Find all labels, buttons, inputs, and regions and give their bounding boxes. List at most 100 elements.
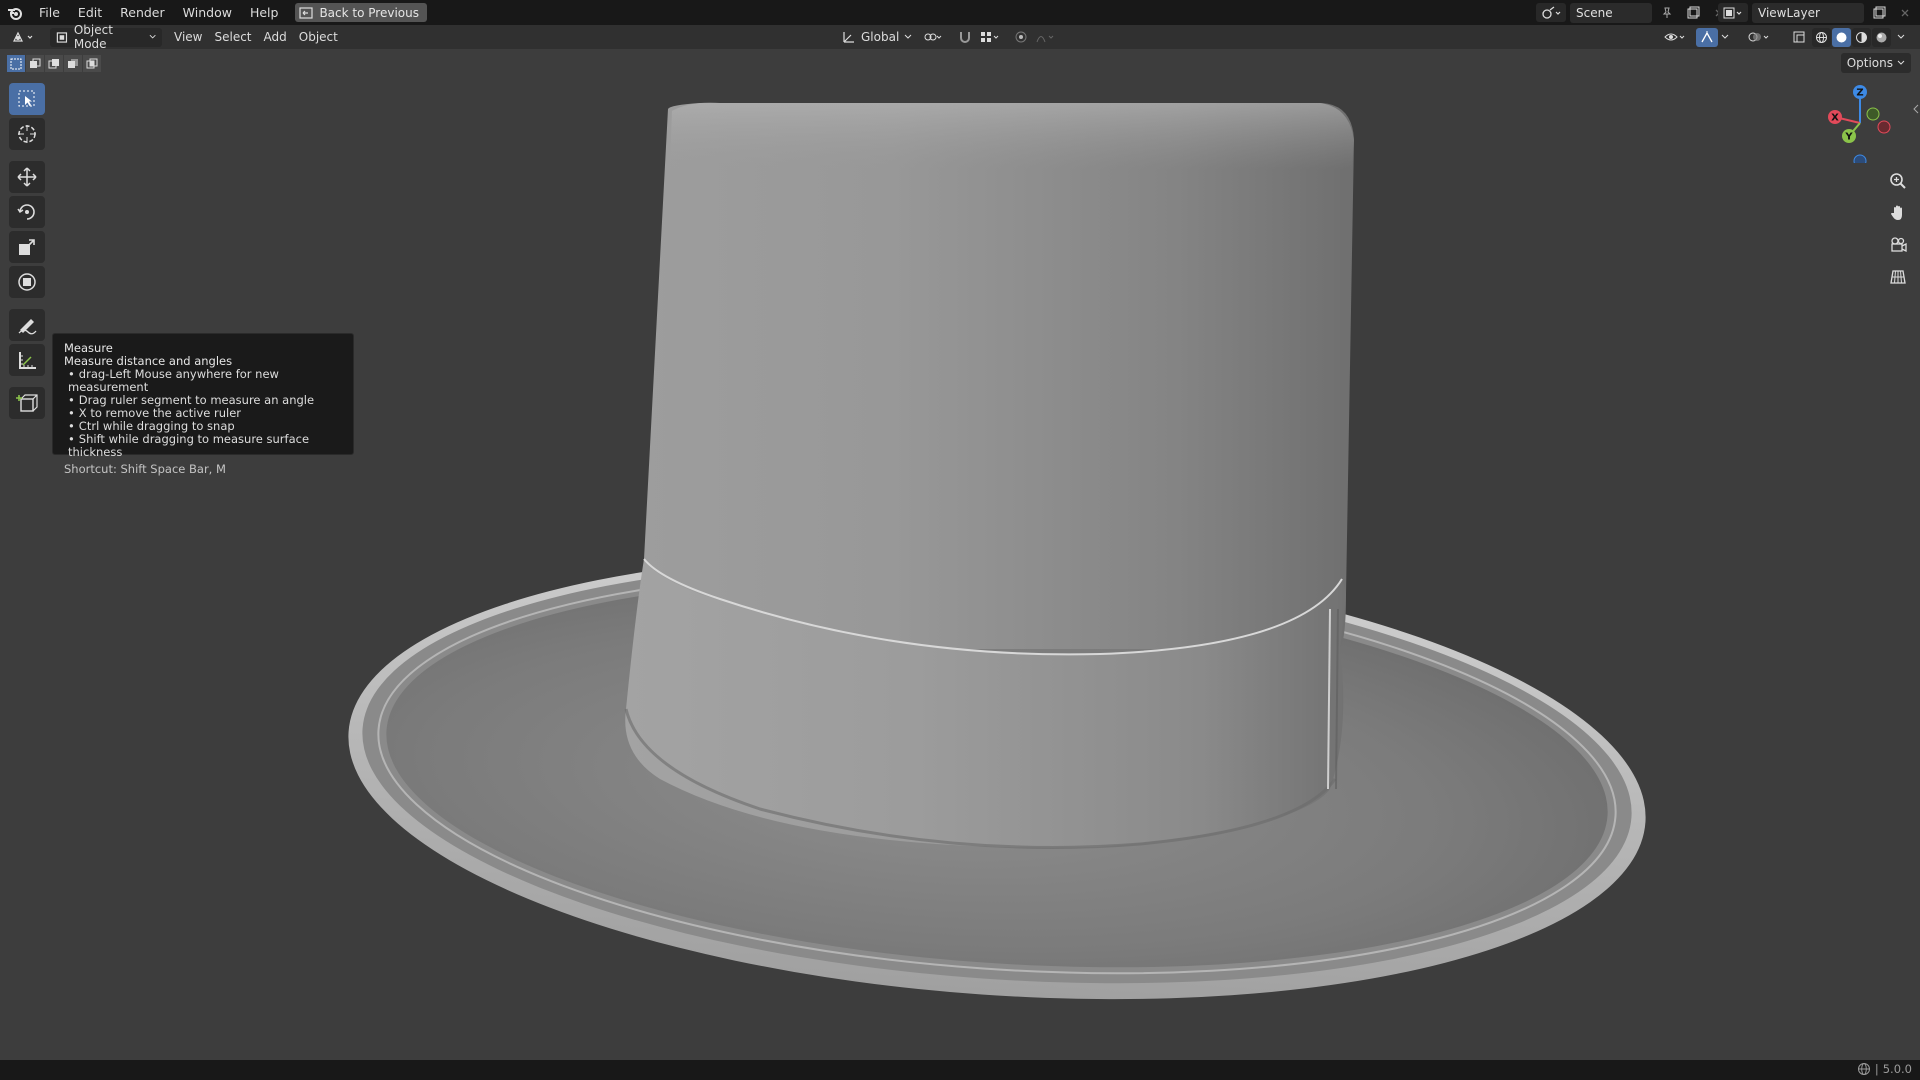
select-box-icon bbox=[18, 90, 35, 107]
select-intersect-icon[interactable] bbox=[83, 55, 101, 72]
top-menu-bar: File Edit Render Window Help Back to Pre… bbox=[0, 0, 1920, 25]
new-scene-icon[interactable] bbox=[1682, 3, 1704, 22]
pan-hand-icon[interactable] bbox=[1883, 199, 1913, 227]
view-navigation-buttons bbox=[1883, 167, 1913, 291]
zoom-icon[interactable] bbox=[1883, 167, 1913, 195]
mode-label: Object Mode bbox=[73, 23, 113, 51]
selection-mode-group bbox=[7, 55, 101, 72]
editor-type-icon[interactable] bbox=[6, 28, 42, 47]
falloff-icon[interactable] bbox=[1032, 28, 1060, 47]
back-to-previous-label: Back to Previous bbox=[319, 5, 419, 20]
status-bar: | 5.0.0 bbox=[0, 1060, 1920, 1080]
network-globe-icon bbox=[1857, 1063, 1870, 1075]
shading-mode-group bbox=[1812, 27, 1891, 47]
delete-view-layer-icon[interactable] bbox=[1894, 3, 1916, 22]
top-hat-model bbox=[348, 102, 1646, 1000]
options-dropdown[interactable]: Options bbox=[1840, 53, 1911, 73]
pivot-point-icon[interactable] bbox=[920, 28, 948, 47]
view-layer-name: ViewLayer bbox=[1758, 5, 1820, 20]
view-layer-selector: ViewLayer bbox=[1718, 2, 1916, 23]
new-view-layer-icon[interactable] bbox=[1868, 3, 1890, 22]
back-to-previous-button[interactable]: Back to Previous bbox=[295, 3, 427, 22]
menu-select[interactable]: Select bbox=[208, 28, 257, 47]
measure-tool[interactable] bbox=[9, 344, 45, 376]
back-icon bbox=[299, 6, 314, 19]
select-new-icon[interactable] bbox=[7, 55, 25, 72]
scene-selector: Scene bbox=[1536, 2, 1730, 23]
scene-browse-icon[interactable] bbox=[1536, 3, 1566, 22]
snap-target-icon[interactable] bbox=[976, 28, 1004, 47]
select-subtract-icon[interactable] bbox=[45, 55, 63, 72]
scene-name-field[interactable]: Scene bbox=[1570, 2, 1652, 23]
rotate-tool[interactable] bbox=[9, 196, 45, 228]
gizmo-x-label: X bbox=[1831, 113, 1839, 124]
chevron-down-icon bbox=[149, 34, 156, 39]
select-box-tool[interactable] bbox=[9, 83, 45, 115]
transform-orientation-selector[interactable]: Global bbox=[836, 28, 918, 47]
scale-icon bbox=[19, 239, 35, 255]
3d-viewport[interactable]: Options Measure Measure distance and ang… bbox=[0, 49, 1920, 1060]
menu-object[interactable]: Object bbox=[293, 28, 344, 47]
show-gizmo-icon[interactable] bbox=[1696, 27, 1718, 47]
wireframe-shading-icon[interactable] bbox=[1812, 27, 1831, 47]
visibility-selectability-icon[interactable] bbox=[1660, 28, 1690, 47]
annotate-pencil-icon bbox=[18, 319, 37, 335]
select-extend-icon[interactable] bbox=[26, 55, 44, 72]
pin-icon[interactable] bbox=[1656, 3, 1678, 22]
move-tool[interactable] bbox=[9, 161, 45, 193]
navigation-gizmo[interactable]: Z X Y bbox=[1820, 83, 1900, 163]
object-mode-icon bbox=[56, 31, 68, 43]
rotate-icon bbox=[17, 204, 35, 220]
measure-tooltip: Measure Measure distance and angles drag… bbox=[52, 333, 354, 476]
proportional-editing-icon[interactable] bbox=[1010, 28, 1032, 47]
tooltip-shortcut: Shortcut: Shift Space Bar, M bbox=[64, 462, 226, 476]
gizmo-neg-z-icon[interactable] bbox=[1853, 154, 1867, 163]
perspective-ortho-grid-icon[interactable] bbox=[1883, 263, 1913, 291]
gizmo-y-label: Y bbox=[1844, 132, 1853, 143]
gizmo-z-label: Z bbox=[1856, 88, 1863, 99]
gizmo-neg-x-icon[interactable] bbox=[1877, 120, 1891, 134]
menu-file[interactable]: File bbox=[30, 5, 69, 20]
view-layer-browse-icon[interactable] bbox=[1718, 3, 1748, 22]
gizmo-neg-y-icon[interactable] bbox=[1866, 107, 1880, 121]
options-label: Options bbox=[1846, 56, 1893, 70]
transform-tool[interactable] bbox=[9, 266, 45, 298]
shading-options-chevron-icon[interactable] bbox=[1894, 28, 1908, 47]
ruler-icon bbox=[19, 352, 36, 369]
rendered-shading-icon[interactable] bbox=[1872, 27, 1891, 47]
select-invert-icon[interactable] bbox=[64, 55, 82, 72]
material-preview-icon[interactable] bbox=[1852, 27, 1871, 47]
tooltip-bullet: Shift while dragging to measure surface … bbox=[64, 433, 342, 459]
tooltip-bullet: drag-Left Mouse anywhere for new measure… bbox=[64, 368, 342, 394]
version-label: 5.0.0 bbox=[1882, 1062, 1912, 1076]
version-info: | 5.0.0 bbox=[1857, 1062, 1912, 1076]
solid-shading-icon[interactable] bbox=[1832, 27, 1851, 47]
viewport-header: Object Mode View Select Add Object Globa… bbox=[0, 23, 1920, 51]
tooltip-bullet-list: drag-Left Mouse anywhere for new measure… bbox=[64, 368, 342, 459]
xray-toggle-icon[interactable] bbox=[1788, 28, 1810, 47]
camera-view-icon[interactable] bbox=[1883, 231, 1913, 259]
menu-view[interactable]: View bbox=[168, 28, 208, 47]
menu-window[interactable]: Window bbox=[174, 5, 241, 20]
cursor-tool[interactable] bbox=[9, 118, 45, 150]
mode-selector[interactable]: Object Mode bbox=[50, 23, 162, 51]
scale-tool[interactable] bbox=[9, 231, 45, 263]
annotate-tool[interactable] bbox=[9, 309, 45, 341]
view-layer-name-field[interactable]: ViewLayer bbox=[1752, 2, 1864, 23]
menu-edit[interactable]: Edit bbox=[69, 5, 111, 20]
sidebar-toggle-chevron-icon[interactable] bbox=[1912, 101, 1920, 117]
chevron-down-icon bbox=[1897, 60, 1905, 65]
transform-icon bbox=[18, 273, 36, 291]
snap-toggle-icon[interactable] bbox=[954, 28, 976, 47]
blender-logo-icon[interactable] bbox=[0, 0, 30, 25]
add-cube-tool[interactable] bbox=[9, 387, 45, 419]
gizmo-dropdown-chevron-icon[interactable] bbox=[1718, 28, 1732, 47]
version-separator: | bbox=[1874, 1062, 1879, 1076]
menu-render[interactable]: Render bbox=[111, 5, 174, 20]
overlays-icon[interactable] bbox=[1744, 28, 1774, 47]
orientation-axes-icon bbox=[843, 32, 854, 43]
menu-add[interactable]: Add bbox=[258, 28, 293, 47]
cursor-icon bbox=[18, 125, 36, 143]
menu-help[interactable]: Help bbox=[241, 5, 288, 20]
move-icon bbox=[17, 167, 37, 187]
